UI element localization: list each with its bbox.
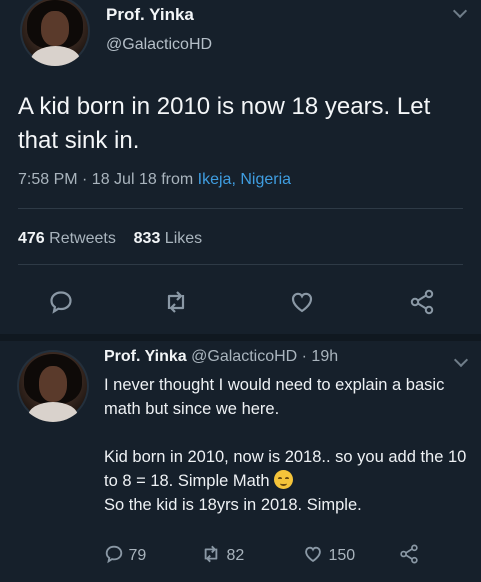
chevron-down-icon[interactable] [453,352,469,368]
author-handle[interactable]: @GalacticoHD [106,36,212,54]
like-icon[interactable] [288,289,316,320]
retweet-icon[interactable] [162,289,190,320]
relieved-face-icon [274,470,294,489]
retweets-label[interactable]: Retweets [49,230,116,247]
reply-header: Prof. Yinka @GalacticoHD · 19h [104,348,338,366]
author-handle-time[interactable]: @GalacticoHD · 19h [191,348,338,365]
share-icon[interactable] [398,544,420,565]
likes-count[interactable]: 833 [134,230,161,247]
avatar[interactable] [17,350,89,422]
reply-line: I never thought I would need to explain … [104,376,445,418]
tweet-stats: 476 Retweets 833 Likes [18,230,202,248]
reply-button[interactable]: 79 [104,544,146,565]
like-count: 150 [328,547,356,564]
divider [18,208,463,209]
author-name[interactable]: Prof. Yinka [106,5,194,25]
reply-line: So the kid is 18yrs in 2018. Simple. [104,496,362,514]
reply-icon[interactable] [48,289,74,320]
reply-count: 79 [128,547,147,564]
tweet-text: A kid born in 2010 is now 18 years. Let … [18,93,431,154]
share-icon[interactable] [408,289,436,320]
like-button[interactable]: 150 [302,544,355,565]
reply-text: I never thought I would need to explain … [104,373,474,517]
retweet-button[interactable]: 82 [200,544,244,565]
chevron-down-icon[interactable] [452,3,468,19]
likes-label[interactable]: Likes [165,230,202,247]
tweet-meta: 7:58 PM · 18 Jul 18 from Ikeja, Nigeria [18,171,291,189]
location-link[interactable]: Ikeja, Nigeria [198,171,291,188]
tweet-separator [0,334,481,341]
avatar[interactable] [20,0,90,66]
retweets-count[interactable]: 476 [18,230,45,247]
divider [18,264,463,265]
retweet-count: 82 [226,547,245,564]
reply-line: Kid born in 2010, now is 2018.. so you a… [104,448,467,490]
main-tweet: Prof. Yinka @GalacticoHD A kid born in 2… [0,0,481,334]
author-name[interactable]: Prof. Yinka [104,348,187,365]
tweet-timestamp: 7:58 PM · 18 Jul 18 from [18,171,198,188]
